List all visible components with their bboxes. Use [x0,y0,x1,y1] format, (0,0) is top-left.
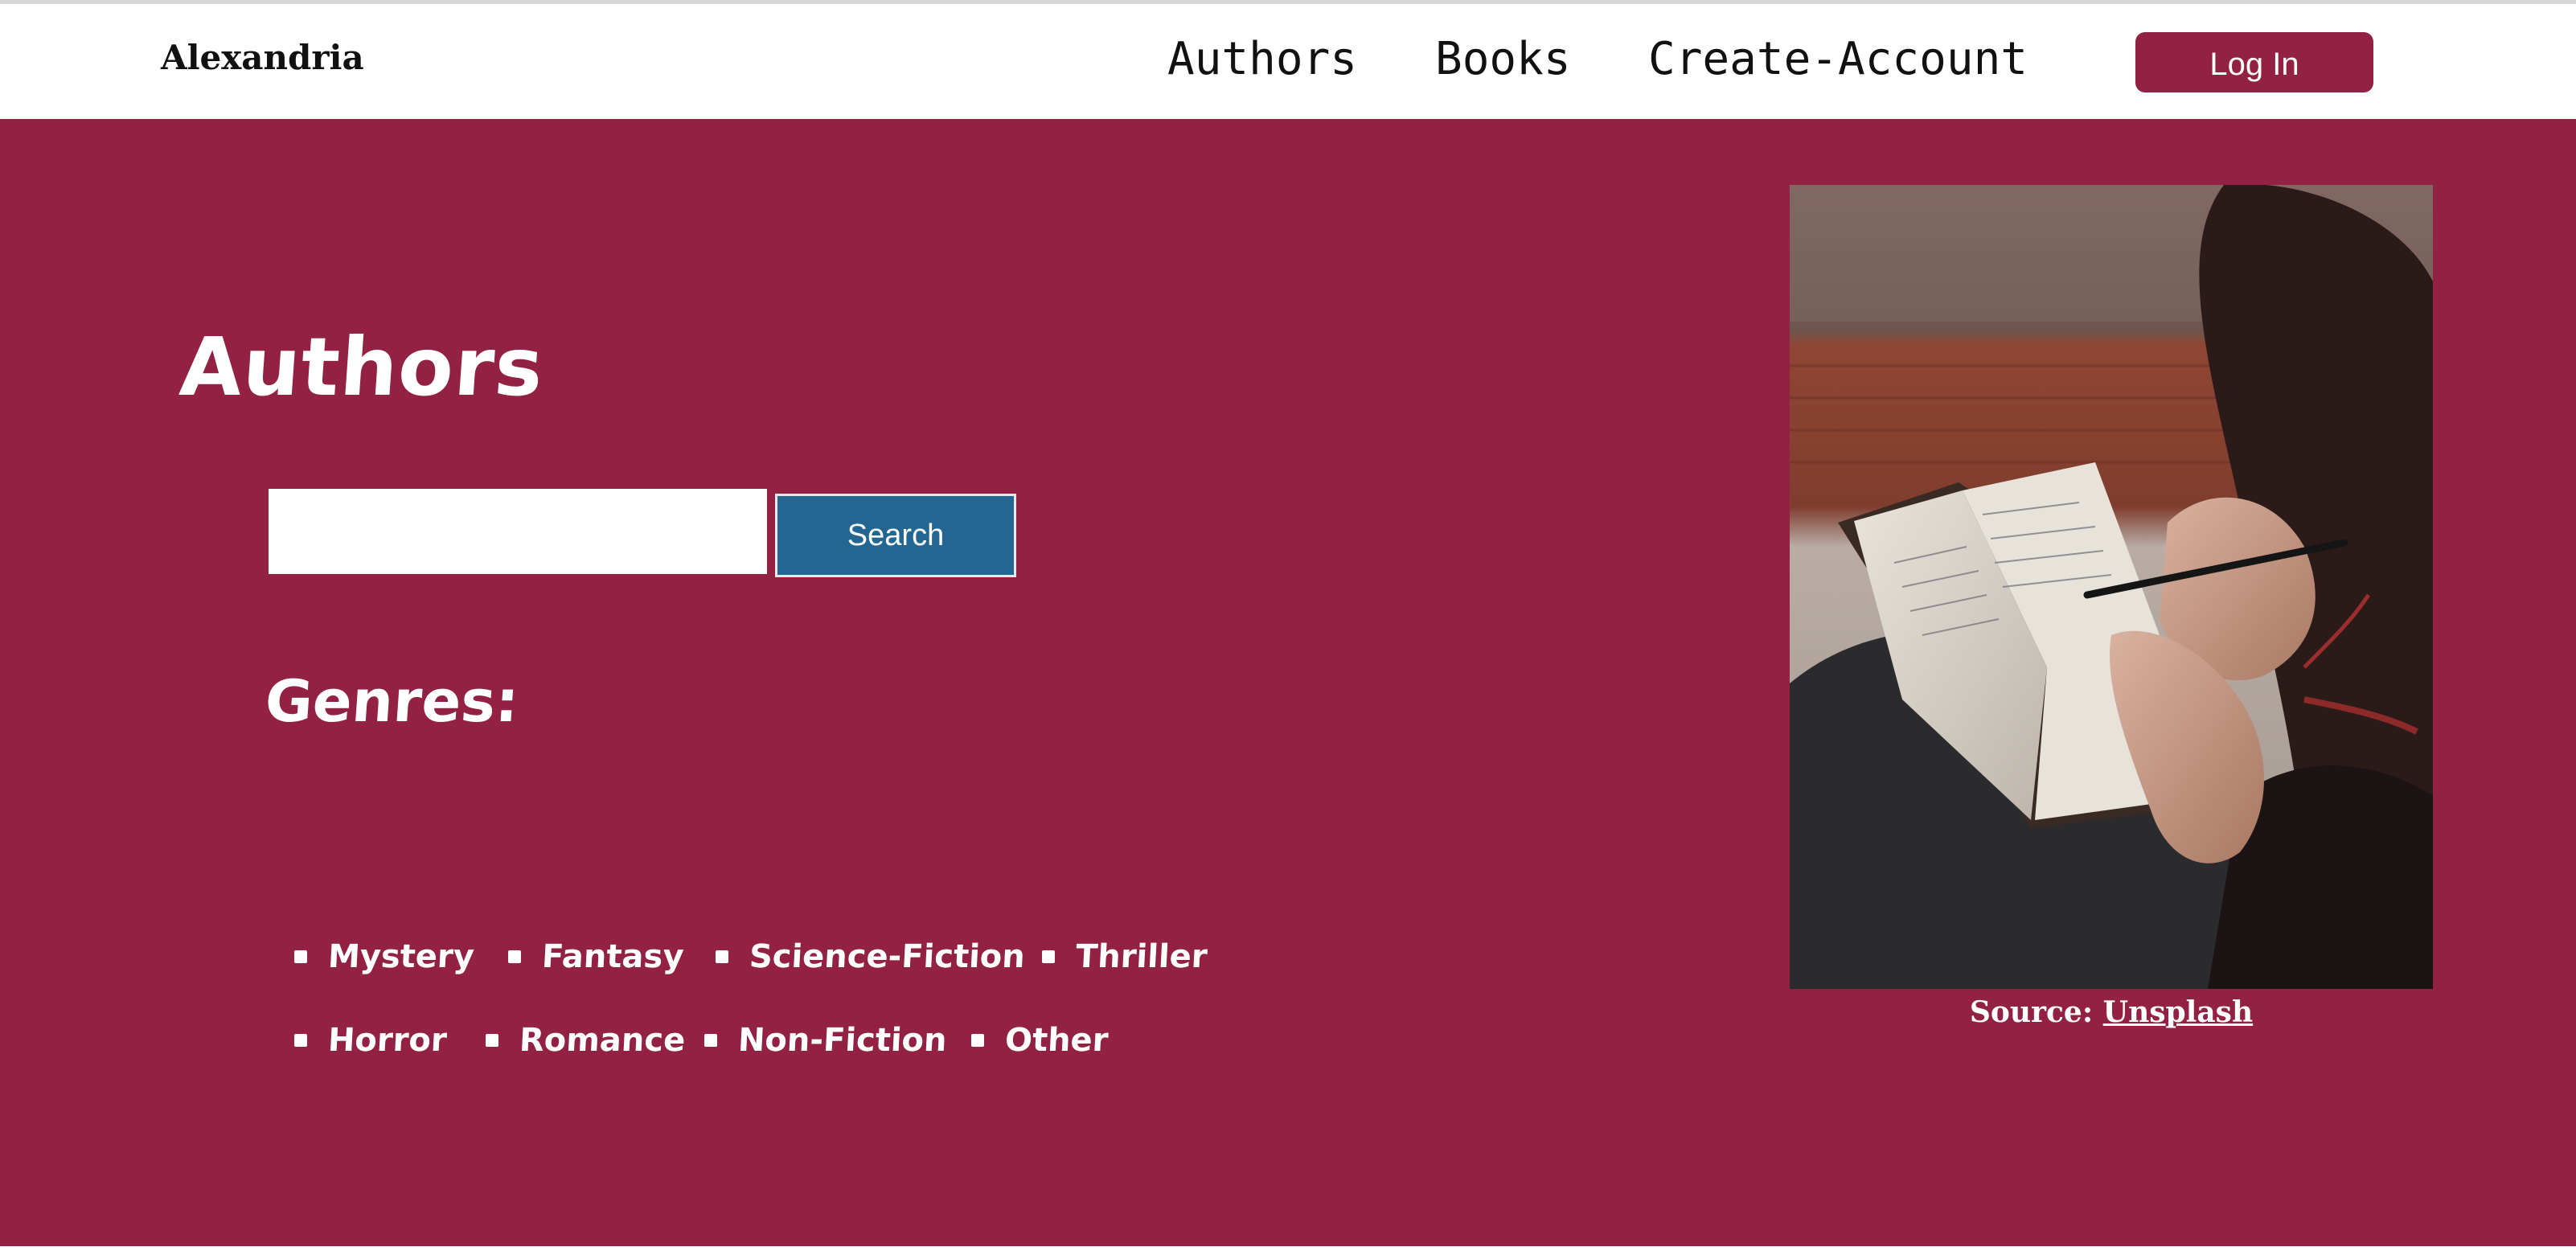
search-input[interactable] [269,489,767,574]
genre-label: Science-Fiction [748,938,1027,975]
genre-label: Romance [518,1022,687,1059]
genre-label: Mystery [326,938,475,975]
genre-filter-mystery[interactable]: Mystery [294,933,475,981]
nav-link-create-account[interactable]: Create-Account [1648,33,2028,85]
checkbox-icon[interactable] [716,950,728,963]
genre-filter-horror[interactable]: Horror [294,1016,448,1064]
checkbox-icon[interactable] [294,950,307,963]
genre-label: Other [1003,1022,1110,1059]
genres-heading: Genres: [263,667,522,735]
checkbox-icon[interactable] [704,1034,717,1047]
genre-filter-romance[interactable]: Romance [486,1016,687,1064]
image-caption: Source: Unsplash [1790,995,2433,1029]
checkbox-icon[interactable] [971,1034,984,1047]
checkbox-icon[interactable] [486,1034,498,1047]
navbar: Alexandria Authors Books Create-Account … [0,4,2576,119]
checkbox-icon[interactable] [1042,950,1055,963]
checkbox-icon[interactable] [508,950,521,963]
genre-filter-other[interactable]: Other [971,1016,1110,1064]
genre-label: Fantasy [540,938,685,975]
nav-link-authors[interactable]: Authors [1167,33,1357,85]
nav-link-books[interactable]: Books [1435,33,1571,85]
genre-filter-thriller[interactable]: Thriller [1042,933,1208,981]
login-button[interactable]: Log In [2135,32,2373,92]
caption-prefix: Source: [1969,995,2094,1029]
genre-filter-science-fiction[interactable]: Science-Fiction [716,933,1027,981]
search-button[interactable]: Search [775,494,1016,577]
page-title: Authors [176,320,548,414]
brand-logo[interactable]: Alexandria [161,38,364,77]
genre-label: Thriller [1074,938,1208,975]
unsplash-link[interactable]: Unsplash [2103,995,2253,1029]
checkbox-icon[interactable] [294,1034,307,1047]
hero-photo-writing-journal [1790,185,2433,989]
genre-filter-non-fiction[interactable]: Non-Fiction [704,1016,948,1064]
genre-label: Non-Fiction [736,1022,948,1059]
genre-filter-fantasy[interactable]: Fantasy [508,933,685,981]
bottom-border [0,1246,2576,1251]
genre-label: Horror [326,1022,448,1059]
